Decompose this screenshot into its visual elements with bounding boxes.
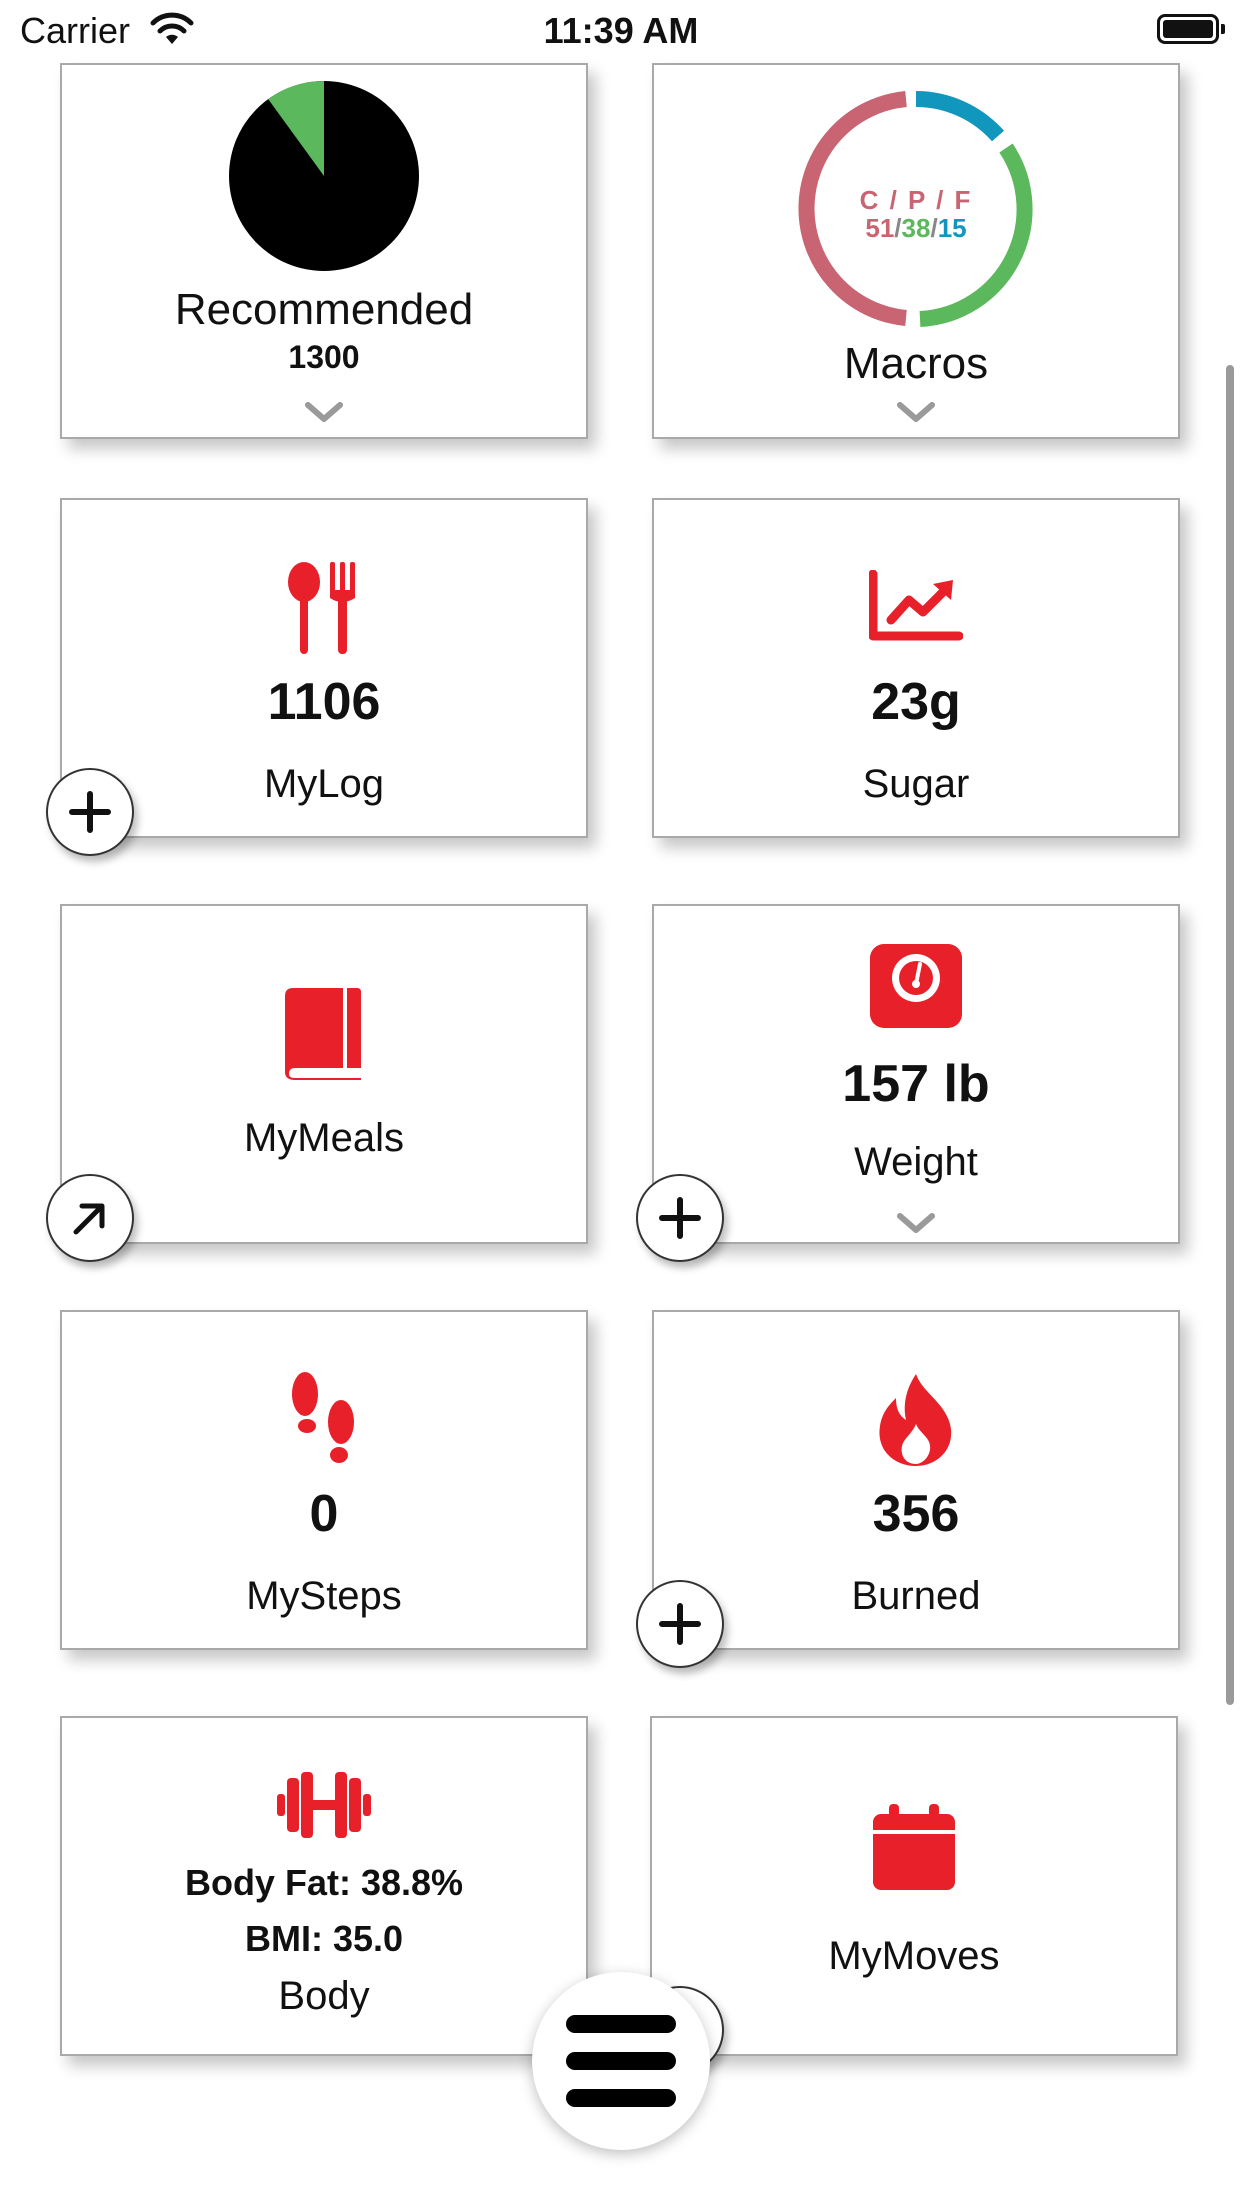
add-burned-button[interactable] [636,1580,724,1668]
add-mylog-button[interactable] [46,768,134,856]
dumbbell-icon [62,1772,586,1838]
footprints-icon [62,1372,586,1466]
battery-icon [1157,14,1225,44]
mymoves-label: MyMoves [828,1934,1000,1978]
weight-label: Weight [854,1140,978,1184]
sugar-card[interactable]: 23g Sugar [652,498,1180,838]
chevron-down-icon[interactable] [654,401,1178,423]
add-weight-button[interactable] [636,1174,724,1262]
mysteps-value: 0 [309,1485,339,1543]
utensils-icon [62,562,586,654]
body-fat-value: Body Fat: 38.8% [184,1862,464,1903]
plus-icon [69,791,111,833]
scrollbar[interactable] [1226,365,1234,1705]
mymeals-card[interactable]: MyMeals [60,904,588,1244]
macro-carbs-value: 51 [865,213,895,243]
burned-value: 356 [872,1485,960,1543]
weight-value: 157 lb [842,1055,990,1113]
recommended-value: 1300 [288,339,360,375]
plus-icon [659,1603,701,1645]
body-label: Body [278,1974,370,2018]
macro-protein-value: 38 [901,213,931,243]
hamburger-menu-icon [566,2015,676,2107]
calorie-pie-chart [62,79,586,273]
body-card[interactable]: Body Fat: 38.8% BMI: 35.0 Body [60,1716,588,2056]
open-mymeals-button[interactable] [46,1174,134,1262]
flame-icon [654,1374,1178,1466]
macros-values: 51/38/15 [865,213,967,243]
recommended-card[interactable]: Recommended 1300 [60,63,588,439]
mylog-card[interactable]: 1106 MyLog [60,498,588,838]
status-bar: Carrier 11:39 AM [0,0,1242,62]
mymoves-card[interactable]: MyMoves [650,1716,1178,2056]
mysteps-label: MySteps [246,1574,402,1618]
macro-carbs-header: C / P / F [859,185,973,215]
weight-card[interactable]: 157 lb Weight [652,904,1180,1244]
status-time: 11:39 AM [543,10,699,51]
bmi-value: BMI: 35.0 [244,1918,404,1959]
macros-card[interactable]: C / P / F 51/38/15 Macros [652,63,1180,439]
recommended-label: Recommended [174,285,474,334]
sugar-value: 23g [871,673,961,731]
menu-button[interactable] [532,1972,710,2150]
arrow-up-right-icon [73,1203,105,1235]
scale-icon [654,944,1178,1028]
book-icon [62,988,586,1080]
burned-label: Burned [851,1574,981,1618]
mysteps-card[interactable]: 0 MySteps [60,1310,588,1650]
macro-fat-value: 15 [937,213,967,243]
burned-card[interactable]: 356 Burned [652,1310,1180,1650]
plus-icon [659,1197,701,1239]
macros-label: Macros [843,339,989,388]
macros-legend: C / P / F [654,185,1178,216]
chevron-down-icon[interactable] [62,401,586,423]
calendar-icon [652,1804,1176,1890]
chevron-down-icon[interactable] [654,1212,1178,1234]
mylog-label: MyLog [263,762,385,806]
sugar-label: Sugar [862,762,970,806]
mymeals-label: MyMeals [243,1116,405,1160]
mylog-value: 1106 [267,673,381,731]
chart-line-icon [654,570,1178,642]
